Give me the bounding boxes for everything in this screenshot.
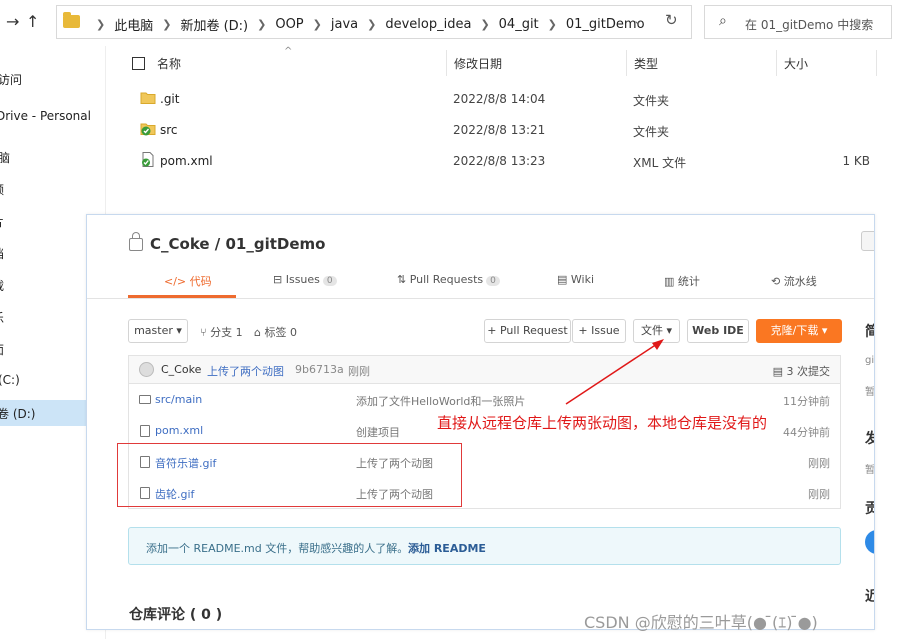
annotation-text: 直接从远程仓库上传两张动图，本地仓库是没有的: [437, 414, 768, 432]
annotation-arrow: [565, 339, 664, 405]
watermark: CSDN @欣慰的三叶草(● ̄(ｴ) ̄●): [584, 613, 818, 632]
